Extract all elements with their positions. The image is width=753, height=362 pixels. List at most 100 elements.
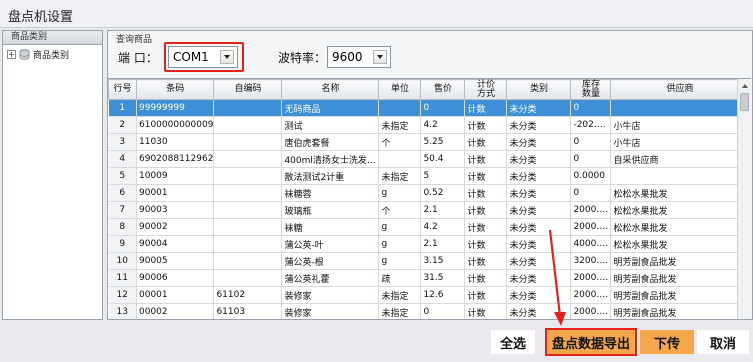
table-cell: 未分类 [506,99,572,117]
table-cell: 松松水果批发 [610,218,750,236]
table-cell: 未分类 [506,167,572,185]
table-cell: 明芳副食品批发 [610,269,750,287]
table-row[interactable]: 13 00002 61103 装修家 未指定 0 计数 未分类 2000.… 明芳副食品批发 [108,303,750,319]
table-cell: 2000.… [570,303,612,319]
export-inventory-button[interactable]: 盘点数据导出 [545,328,637,356]
table-cell: 计数 [464,150,508,168]
table-cell: 计数 [464,235,508,253]
scroll-thumb[interactable] [740,93,749,111]
table-cell: 装修家 [281,303,380,319]
table-cell: 99999999 [136,99,215,117]
table-cell: 未指定 [378,286,422,304]
category-panel-header: 商品类别 [3,31,102,45]
select-all-button[interactable]: 全选 [491,330,535,354]
row-number-cell: 5 [108,167,137,185]
row-number-cell: 3 [108,133,137,151]
table-header-row: 行号 条码 自编码 名称 单位 售价 计价 方式 类别 库存 数量 供应商 [108,79,750,100]
table-row[interactable]: 4 6902088112962 400ml清扬女士洗发… 50.4 计数 未分类 0 自采供应… [108,150,750,168]
table-cell: 计数 [464,167,508,185]
chevron-down-icon[interactable] [373,50,387,64]
table-cell: 3200.… [570,252,612,270]
table-cell [213,218,283,236]
scroll-up-icon[interactable] [738,79,751,92]
table-cell: 5 [420,167,466,185]
column-header[interactable]: 名称 [281,79,380,100]
table-cell: 计数 [464,303,508,319]
table-row[interactable]: 2 6100000000009 测试 未指定 4.2 计数 未分类 -202.… 小牛店 [108,116,750,134]
port-highlight-box [164,42,244,72]
row-number-cell: 8 [108,218,137,236]
column-header[interactable]: 条码 [135,79,215,100]
table-cell: 未分类 [506,201,572,219]
table-cell: 3.15 [420,252,466,270]
category-panel: 商品类别 + 商品类别 [2,30,103,320]
tree-item-label: 商品类别 [33,50,70,61]
table-cell: 散法测试2计重 [281,167,380,185]
table-cell [213,116,283,134]
table-row[interactable]: 7 90003 玻璃瓶个 2.1 计数 未分类 2000.… 松松水果批发 [108,201,750,219]
table-row[interactable]: 12 00001 61102 装修家 未指定 12.6 计数 未分类 2000.… 明芳副食品批发 [108,286,750,304]
row-number-cell: 7 [108,201,137,219]
table-cell: 12.6 [420,286,466,304]
table-row[interactable]: 1 99999999 无码商品 0 计数 未分类 0 [108,99,750,117]
column-header[interactable]: 库存 数量 [570,79,612,100]
group-label: 查询商品 [116,35,153,45]
cancel-button[interactable]: 取消 [697,330,749,354]
table-cell: 90005 [136,252,215,270]
column-header[interactable]: 类别 [506,79,572,100]
table-cell: 蒲公英-叶 [281,235,380,253]
column-header[interactable]: 计价 方式 [464,79,508,100]
table-cell: 小牛店 [610,116,750,134]
row-number-cell: 4 [108,150,137,168]
baud-select[interactable]: 9600 [327,46,391,68]
vertical-scrollbar[interactable] [737,79,751,319]
table-cell: 4.2 [420,218,466,236]
table-cell: 未指定 [378,303,422,319]
table-row[interactable]: 5 10009 散法测试2计重 未指定 5 计数 未分类 0.0000 [108,167,750,185]
table-cell: 计数 [464,201,508,219]
column-header[interactable]: 售价 [420,79,466,100]
table-row[interactable]: 9 90004 蒲公英-叶 g 2.1 计数 未分类 4000.… 松松水果批发 [108,235,750,253]
download-button[interactable]: 下传 [640,330,694,354]
column-header[interactable]: 供应商 [610,79,750,100]
table-row[interactable]: 3 11030 唐伯虎套餐个 5.25 计数 未分类 0 小牛店 [108,133,750,151]
table-row[interactable]: 11 90006 蒲公英礼藿疏 31.5 计数 未分类 2000.… 明芳副食品批发 [108,269,750,287]
table-cell: 松松水果批发 [610,184,750,202]
table-cell: 松松水果批发 [610,201,750,219]
table-cell: 61102 [213,286,283,304]
table-cell: 个 [378,133,422,151]
table-cell [213,269,283,287]
column-header[interactable]: 单位 [378,79,422,100]
table-cell: 明芳副食品批发 [610,303,750,319]
column-header[interactable]: 自编码 [213,79,283,100]
table-cell: 2000.… [570,218,612,236]
table-cell: 6902088112962 [136,150,215,168]
table-cell [213,252,283,270]
table-row[interactable]: 8 90002 袜糖 g 4.2 计数 未分类 2000.… 松松水果批发 [108,218,750,236]
table-cell: 90006 [136,269,215,287]
table-cell: 唐伯虎套餐 [281,133,380,151]
column-header[interactable]: 行号 [108,79,137,100]
table-row[interactable]: 10 90005 蒲公英-根 g 3.15 计数 未分类 3200.… 明芳副食品批发 [108,252,750,270]
table-cell: 50.4 [420,150,466,168]
tree-expand-icon[interactable]: + [7,49,16,59]
table-cell: 小牛店 [610,133,750,151]
table-cell: 0 [570,99,612,117]
table-cell: 计数 [464,286,508,304]
table-row[interactable]: 6 90001 袜糖蓉 g 0.52 计数 未分类 0 松松水果批发 [108,184,750,202]
table-cell: 2.1 [420,201,466,219]
tree-item-category-root[interactable]: + 商品类别 [7,48,70,61]
table-cell [213,184,283,202]
products-grid: 行号 条码 自编码 名称 单位 售价 计价 方式 类别 库存 数量 供应商 1 99999999 无码… [108,79,750,319]
row-number-cell: 10 [108,252,137,270]
table-cell: 未分类 [506,133,572,151]
table-cell: -202.… [570,116,612,134]
table-cell: 测试 [281,116,380,134]
table-cell: 计数 [464,184,508,202]
table-cell: 5.25 [420,133,466,151]
port-label: 端 口： [118,51,158,65]
table-cell: 自采供应商 [610,150,750,168]
table-cell [610,167,750,185]
table-cell: 4.2 [420,116,466,134]
products-table: 行号 条码 自编码 名称 单位 售价 计价 方式 类别 库存 数量 供应商 1 99999999 无码… [108,78,751,319]
